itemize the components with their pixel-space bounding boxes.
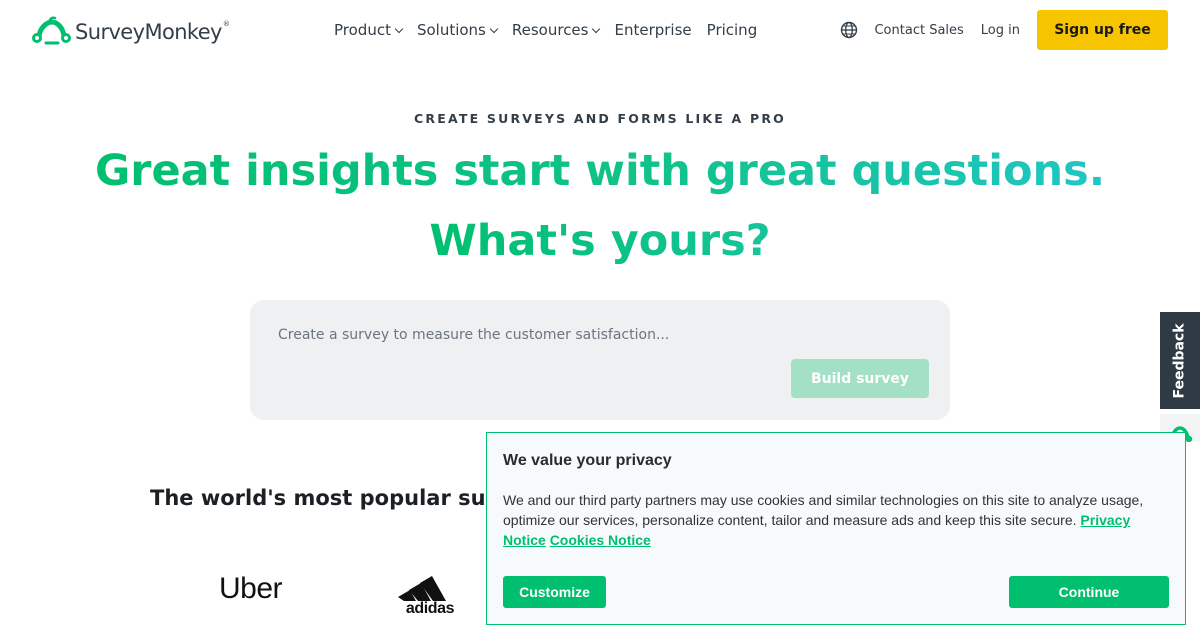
nav-item-label: Resources [511, 21, 589, 39]
header-actions: Contact Sales Log in Sign up free [840, 10, 1168, 50]
nav-item-label: Pricing [706, 21, 758, 39]
chevron-down-icon [489, 24, 499, 33]
hero-headline: Great insights start with great question… [0, 150, 1200, 193]
chevron-down-icon [592, 24, 601, 33]
cookie-banner: We value your privacy We and our third p… [486, 432, 1186, 625]
popular-heading: The world's most popular surve [150, 486, 524, 510]
survey-prompt-box: Build survey [250, 300, 950, 420]
signup-button[interactable]: Sign up free [1037, 10, 1168, 50]
hero-subheadline: What's yours? [0, 220, 1200, 263]
cookie-body-text: We and our third party partners may use … [503, 492, 1144, 528]
nav-item-label: Product [334, 21, 391, 39]
main-nav: Product Solutions Resources Enterprise P… [334, 18, 772, 42]
uber-logo: Uber [219, 572, 283, 605]
nav-item-enterprise[interactable]: Enterprise [614, 18, 691, 42]
monkey-logo-icon [32, 16, 71, 45]
nav-item-product[interactable]: Product [334, 18, 404, 42]
adidas-stripes-icon [398, 576, 446, 601]
hero-headline-line1: Great insights start with great question… [94, 146, 1106, 196]
build-survey-button[interactable]: Build survey [791, 359, 929, 398]
cookies-notice-link[interactable]: Cookies Notice [550, 532, 651, 548]
chevron-down-icon [394, 24, 404, 33]
continue-button[interactable]: Continue [1009, 576, 1169, 608]
feedback-label: Feedback [1172, 322, 1188, 399]
adidas-wordmark: adidas [405, 600, 455, 617]
cookie-title: We value your privacy [503, 452, 672, 469]
nav-item-solutions[interactable]: Solutions [416, 18, 499, 42]
surveymonkey-logo[interactable]: SurveyMonkey® [31, 14, 230, 48]
brand-name: SurveyMonkey® [75, 20, 230, 44]
adidas-logo: adidas [394, 565, 466, 617]
hero-eyebrow: CREATE SURVEYS AND FORMS LIKE A PRO [414, 111, 786, 126]
nav-item-label: Solutions [416, 21, 486, 39]
contact-sales-link[interactable]: Contact Sales [874, 23, 963, 38]
cookie-body: We and our third party partners may use … [503, 490, 1163, 550]
nav-item-pricing[interactable]: Pricing [707, 18, 758, 42]
survey-prompt-input[interactable] [278, 324, 918, 346]
login-link[interactable]: Log in [981, 23, 1020, 38]
feedback-tab[interactable]: Feedback [1160, 312, 1200, 409]
hero-headline-line2: What's yours? [429, 216, 771, 266]
nav-item-label: Enterprise [614, 21, 692, 39]
site-header: SurveyMonkey® Product Solutions Resource… [0, 0, 1200, 60]
customize-button[interactable]: Customize [503, 576, 606, 608]
nav-item-resources[interactable]: Resources [511, 18, 601, 42]
globe-icon[interactable] [840, 21, 858, 39]
